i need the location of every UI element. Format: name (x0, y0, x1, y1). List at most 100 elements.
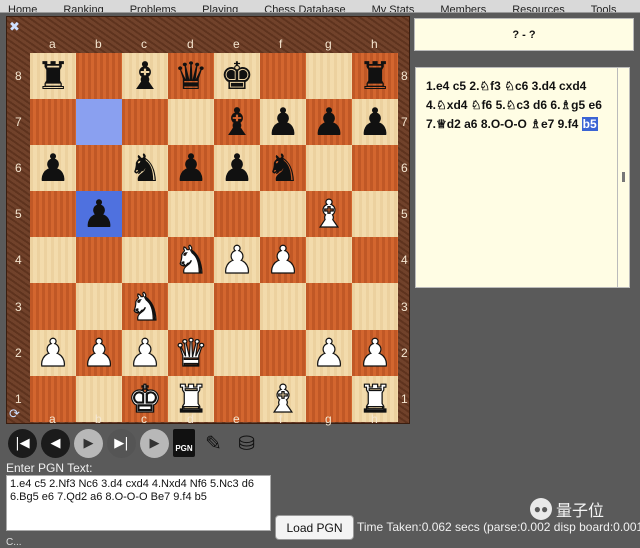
square-h6[interactable] (352, 145, 398, 192)
square-f3[interactable] (260, 283, 306, 330)
white-pawn-icon[interactable]: ♟ (127, 333, 162, 372)
black-pawn-icon[interactable]: ♟ (36, 149, 70, 187)
square-a2[interactable]: ♟ (30, 329, 76, 376)
black-pawn-icon[interactable]: ♟ (220, 149, 254, 187)
black-pawn-icon[interactable]: ♟ (174, 149, 208, 187)
square-c2[interactable]: ♟ (122, 329, 168, 376)
square-c5[interactable] (122, 191, 168, 238)
load-pgn-button[interactable]: Load PGN (275, 515, 354, 540)
square-a3[interactable] (30, 283, 76, 330)
move-item[interactable]: 1.e4 (426, 79, 449, 93)
square-e2[interactable] (214, 329, 260, 376)
square-b5[interactable]: ♟ (76, 191, 122, 238)
nav-item[interactable]: Home (0, 5, 55, 13)
nav-item[interactable]: Resources (504, 5, 583, 13)
square-e5[interactable] (214, 191, 260, 238)
scroll-thumb[interactable] (622, 172, 625, 182)
white-pawn-icon[interactable]: ♟ (311, 333, 346, 372)
square-h7[interactable]: ♟ (352, 99, 398, 146)
pgn-textarea[interactable]: 1.e4 c5 2.Nf3 Nc6 3.d4 cxd4 4.Nxd4 Nf6 5… (6, 475, 271, 531)
square-h8[interactable]: ♜ (352, 53, 398, 100)
square-c4[interactable] (122, 237, 168, 284)
move-item[interactable]: ♘f6 (471, 98, 492, 112)
square-f5[interactable] (260, 191, 306, 238)
square-h3[interactable] (352, 283, 398, 330)
square-d8[interactable]: ♛ (168, 53, 214, 100)
white-pawn-icon[interactable]: ♟ (357, 333, 392, 372)
black-bishop-icon[interactable]: ♝ (220, 103, 254, 141)
square-g7[interactable]: ♟ (306, 99, 352, 146)
square-d6[interactable]: ♟ (168, 145, 214, 192)
nav-item[interactable]: Ranking (55, 5, 121, 13)
square-g8[interactable] (306, 53, 352, 100)
black-pawn-icon[interactable]: ♟ (82, 195, 116, 233)
close-board-icon[interactable]: ✖ (9, 20, 20, 35)
square-a7[interactable] (30, 99, 76, 146)
square-g3[interactable] (306, 283, 352, 330)
nav-item[interactable]: Playing (194, 5, 256, 13)
black-pawn-icon[interactable]: ♟ (266, 103, 300, 141)
square-h5[interactable] (352, 191, 398, 238)
square-b4[interactable] (76, 237, 122, 284)
move-item[interactable]: 5.♘c3 (496, 98, 530, 112)
white-knight-icon[interactable]: ♞ (127, 287, 162, 326)
play-button[interactable]: ▶ (140, 428, 169, 458)
white-queen-icon[interactable]: ♛ (173, 333, 208, 372)
nav-item[interactable]: Tools (583, 5, 635, 13)
square-e6[interactable]: ♟ (214, 145, 260, 192)
flip-board-icon[interactable]: ⟳ (9, 407, 20, 422)
move-item[interactable]: 3.d4 (532, 79, 556, 93)
square-b6[interactable] (76, 145, 122, 192)
square-b7[interactable] (76, 99, 122, 146)
square-d5[interactable] (168, 191, 214, 238)
square-f4[interactable]: ♟ (260, 237, 306, 284)
square-c8[interactable]: ♝ (122, 53, 168, 100)
nav-item[interactable]: Members (432, 5, 504, 13)
move-item[interactable]: cxd4 (559, 79, 586, 93)
white-pawn-icon[interactable]: ♟ (35, 333, 70, 372)
move-item[interactable]: 8.O-O-O (481, 117, 527, 131)
black-knight-icon[interactable]: ♞ (128, 149, 162, 187)
square-a5[interactable] (30, 191, 76, 238)
chess-board[interactable]: ♜ ♝ ♛ ♚ ♜ ♝ ♟ ♟ ♟ ♟ ♞ ♟ ♟ ♞ ♟ ♝ ♞ ♟ ♟ ♞ ♟ ♟ ♟ ♛ ♟ ♟ ♚ ♜ ♝ ♜ (30, 53, 398, 422)
move-item[interactable]: 9.f4 (558, 117, 579, 131)
white-pawn-icon[interactable]: ♟ (219, 241, 254, 280)
square-g6[interactable] (306, 145, 352, 192)
nav-item[interactable]: Problems (122, 5, 194, 13)
nav-item[interactable]: My Stats (364, 5, 433, 13)
square-f7[interactable]: ♟ (260, 99, 306, 146)
black-pawn-icon[interactable]: ♟ (312, 103, 346, 141)
square-g5[interactable]: ♝ (306, 191, 352, 238)
square-e7[interactable]: ♝ (214, 99, 260, 146)
square-e8[interactable]: ♚ (214, 53, 260, 100)
black-king-icon[interactable]: ♚ (220, 57, 254, 95)
pgn-file-icon[interactable]: PGN (173, 429, 195, 457)
last-move-button[interactable]: ▶| (107, 428, 136, 458)
square-b2[interactable]: ♟ (76, 329, 122, 376)
move-item[interactable]: ♘c6 (504, 79, 528, 93)
square-g2[interactable]: ♟ (306, 329, 352, 376)
square-a8[interactable]: ♜ (30, 53, 76, 100)
move-item[interactable]: 2.♘f3 (469, 79, 500, 93)
square-a6[interactable]: ♟ (30, 145, 76, 192)
black-rook-icon[interactable]: ♜ (36, 57, 70, 95)
move-item[interactable]: e6 (589, 98, 602, 112)
square-f8[interactable] (260, 53, 306, 100)
square-b3[interactable] (76, 283, 122, 330)
database-icon[interactable]: ⛁ (232, 429, 261, 458)
square-a4[interactable] (30, 237, 76, 284)
square-g4[interactable] (306, 237, 352, 284)
white-knight-icon[interactable]: ♞ (173, 241, 208, 280)
square-h4[interactable] (352, 237, 398, 284)
square-c6[interactable]: ♞ (122, 145, 168, 192)
move-item[interactable]: 4.♘xd4 (426, 98, 467, 112)
square-d2[interactable]: ♛ (168, 329, 214, 376)
first-move-button[interactable]: |◀ (8, 428, 37, 458)
white-pawn-icon[interactable]: ♟ (81, 333, 116, 372)
black-rook-icon[interactable]: ♜ (358, 57, 392, 95)
black-bishop-icon[interactable]: ♝ (128, 57, 162, 95)
square-c7[interactable] (122, 99, 168, 146)
move-list-scrollbar[interactable] (618, 67, 630, 288)
white-bishop-icon[interactable]: ♝ (311, 195, 346, 234)
move-item[interactable]: c5 (453, 79, 466, 93)
